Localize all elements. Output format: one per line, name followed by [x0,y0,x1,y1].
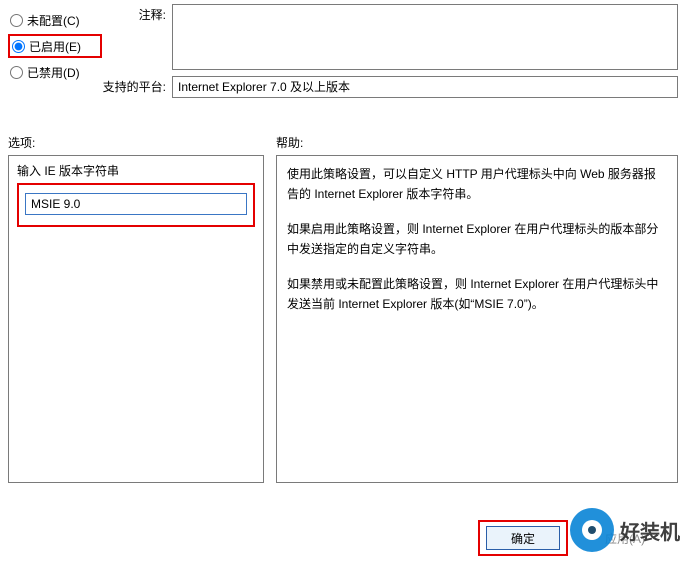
help-paragraph-2: 如果启用此策略设置，则 Internet Explorer 在用户代理标头的版本… [287,219,667,260]
radio-enabled-label: 已启用(E) [29,38,81,55]
radio-disabled-label: 已禁用(D) [27,64,80,81]
radio-disabled-input[interactable] [10,66,23,79]
apply-button[interactable]: 应用(A) [586,526,664,550]
radio-not-configured[interactable]: 未配置(C) [8,8,102,32]
options-label: 选项: [8,134,276,151]
state-radio-group: 未配置(C) 已启用(E) 已禁用(D) [8,4,102,104]
comment-label: 注释: [102,4,172,70]
radio-not-configured-label: 未配置(C) [27,12,80,29]
help-paragraph-3: 如果禁用或未配置此策略设置，则 Internet Explorer 在用户代理标… [287,274,667,315]
ok-button-highlight: 确定 [478,520,568,556]
ok-button[interactable]: 确定 [486,526,560,550]
radio-not-configured-input[interactable] [10,14,23,27]
version-string-highlight [17,183,255,227]
platform-label: 支持的平台: [102,76,172,98]
version-string-input[interactable] [25,193,247,215]
help-label: 帮助: [276,134,303,151]
radio-enabled[interactable]: 已启用(E) [8,34,102,58]
dialog-buttons: 确定 应用(A) [478,520,664,556]
radio-disabled[interactable]: 已禁用(D) [8,60,102,84]
version-string-caption: 输入 IE 版本字符串 [17,162,255,179]
platform-value: Internet Explorer 7.0 及以上版本 [172,76,678,98]
help-panel: 使用此策略设置，可以自定义 HTTP 用户代理标头中向 Web 服务器报告的 I… [276,155,678,483]
options-panel: 输入 IE 版本字符串 [8,155,264,483]
comment-textarea[interactable] [172,4,678,70]
help-paragraph-1: 使用此策略设置，可以自定义 HTTP 用户代理标头中向 Web 服务器报告的 I… [287,164,667,205]
radio-enabled-input[interactable] [12,40,25,53]
